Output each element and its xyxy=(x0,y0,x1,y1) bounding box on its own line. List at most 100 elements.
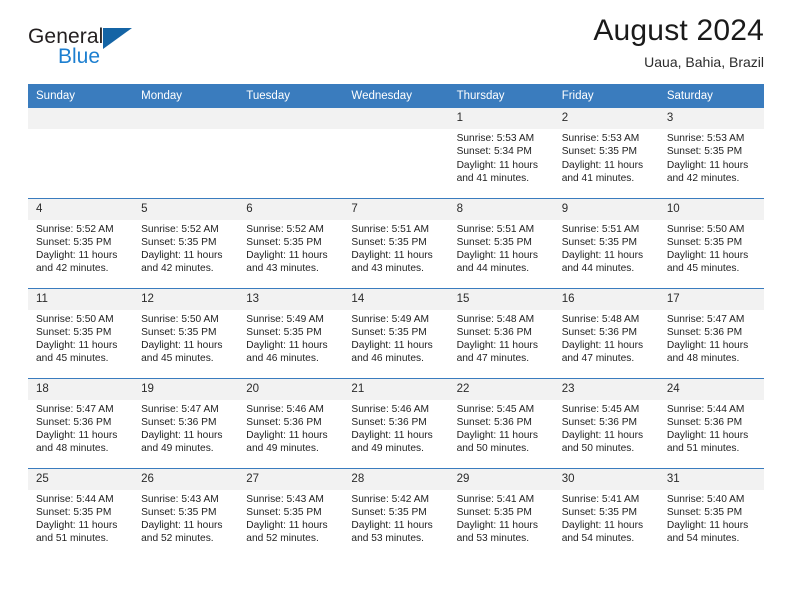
day-number: 7 xyxy=(343,198,449,220)
daylight-text-line2: and 47 minutes. xyxy=(561,353,635,365)
sunrise-text: Sunrise: 5:49 AM xyxy=(351,313,430,325)
calendar-week-row: 4 Sunrise: 5:52 AM Sunset: 5:35 PM Daylight… xyxy=(28,197,764,288)
sunset-text: Sunset: 5:36 PM xyxy=(561,326,638,338)
day-details: Sunrise: 5:49 AM Sunset: 5:35 PM Daylight:… xyxy=(238,310,343,366)
day-cell[interactable]: 24 Sunrise: 5:44 AM Sunset: 5:36 PM Dayligh… xyxy=(658,378,764,468)
day-number: 10 xyxy=(658,198,764,220)
calendar-cell: 29 Sunrise: 5:41 AM Sunset: 5:35 PM Dayligh… xyxy=(448,467,554,558)
day-cell[interactable]: 5 Sunrise: 5:52 AM Sunset: 5:35 PM Daylight… xyxy=(133,198,239,288)
daylight-text-line1: Daylight: 11 hours xyxy=(351,430,433,442)
daylight-text-line1: Daylight: 11 hours xyxy=(351,340,433,352)
day-cell[interactable]: 2 Sunrise: 5:53 AM Sunset: 5:35 PM Daylight… xyxy=(553,108,659,197)
sunrise-text: Sunrise: 5:40 AM xyxy=(666,493,745,505)
day-cell[interactable]: 28 Sunrise: 5:42 AM Sunset: 5:35 PM Dayligh… xyxy=(343,468,449,558)
calendar-cell: 14 Sunrise: 5:49 AM Sunset: 5:35 PM Dayligh… xyxy=(343,287,449,378)
day-cell[interactable]: 25 Sunrise: 5:44 AM Sunset: 5:35 PM Dayligh… xyxy=(28,468,134,558)
day-cell[interactable]: 7 Sunrise: 5:51 AM Sunset: 5:35 PM Daylight… xyxy=(343,198,449,288)
day-cell[interactable]: 26 Sunrise: 5:43 AM Sunset: 5:35 PM Dayligh… xyxy=(133,468,239,558)
weekday-header-friday: Friday xyxy=(553,84,659,108)
weekday-header-sunday: Sunday xyxy=(28,84,134,108)
day-details: Sunrise: 5:53 AM Sunset: 5:34 PM Daylight:… xyxy=(449,129,554,185)
calendar-cell: 9 Sunrise: 5:51 AM Sunset: 5:35 PM Daylight… xyxy=(553,197,659,288)
day-cell[interactable]: 23 Sunrise: 5:45 AM Sunset: 5:36 PM Dayligh… xyxy=(553,378,659,468)
day-cell[interactable]: 3 Sunrise: 5:53 AM Sunset: 5:35 PM Daylight… xyxy=(658,108,764,197)
calendar-cell: 28 Sunrise: 5:42 AM Sunset: 5:35 PM Dayligh… xyxy=(343,467,449,558)
sunset-text: Sunset: 5:35 PM xyxy=(561,506,638,518)
day-cell[interactable]: 22 Sunrise: 5:45 AM Sunset: 5:36 PM Dayligh… xyxy=(448,378,554,468)
day-cell[interactable]: 9 Sunrise: 5:51 AM Sunset: 5:35 PM Daylight… xyxy=(553,198,659,288)
day-number: 21 xyxy=(343,378,449,400)
day-number: 2 xyxy=(553,108,659,129)
sunrise-text: Sunrise: 5:47 AM xyxy=(141,403,219,415)
sunrise-text: Sunrise: 5:50 AM xyxy=(666,223,745,235)
day-details: Sunrise: 5:48 AM Sunset: 5:36 PM Daylight:… xyxy=(449,310,554,366)
calendar-cell xyxy=(28,108,134,198)
daylight-text-line1: Daylight: 11 hours xyxy=(561,430,644,442)
day-cell[interactable]: 20 Sunrise: 5:46 AM Sunset: 5:36 PM Dayligh… xyxy=(238,378,344,468)
weekday-header-row: Sunday Monday Tuesday Wednesday Thursday… xyxy=(28,84,764,108)
day-number: 11 xyxy=(28,288,134,310)
day-cell[interactable]: 4 Sunrise: 5:52 AM Sunset: 5:35 PM Daylight… xyxy=(28,198,134,288)
day-cell[interactable]: 1 Sunrise: 5:53 AM Sunset: 5:34 PM Daylight… xyxy=(448,108,554,197)
daylight-text-line2: and 50 minutes. xyxy=(456,443,530,455)
day-details: Sunrise: 5:50 AM Sunset: 5:35 PM Daylight:… xyxy=(28,310,133,366)
location-subtitle: Uaua, Bahia, Brazil xyxy=(644,54,764,70)
day-cell[interactable]: 6 Sunrise: 5:52 AM Sunset: 5:35 PM Daylight… xyxy=(238,198,344,288)
day-cell[interactable]: 29 Sunrise: 5:41 AM Sunset: 5:35 PM Dayligh… xyxy=(448,468,554,558)
day-cell[interactable]: 16 Sunrise: 5:48 AM Sunset: 5:36 PM Dayligh… xyxy=(553,288,659,378)
calendar-cell: 22 Sunrise: 5:45 AM Sunset: 5:36 PM Dayligh… xyxy=(448,377,554,468)
day-cell[interactable]: 27 Sunrise: 5:43 AM Sunset: 5:35 PM Dayligh… xyxy=(238,468,344,558)
day-cell[interactable]: 19 Sunrise: 5:47 AM Sunset: 5:36 PM Dayligh… xyxy=(133,378,239,468)
day-number: 24 xyxy=(658,378,764,400)
calendar-cell xyxy=(133,108,239,198)
day-number: 31 xyxy=(658,468,764,490)
sunrise-text: Sunrise: 5:47 AM xyxy=(36,403,114,415)
calendar-cell xyxy=(238,108,344,198)
day-details: Sunrise: 5:51 AM Sunset: 5:35 PM Daylight:… xyxy=(449,220,554,276)
day-cell[interactable]: 31 Sunrise: 5:40 AM Sunset: 5:35 PM Dayligh… xyxy=(658,468,764,558)
daylight-text-line1: Daylight: 11 hours xyxy=(561,340,644,352)
day-cell[interactable]: 12 Sunrise: 5:50 AM Sunset: 5:35 PM Dayligh… xyxy=(133,288,239,378)
title-block: August 2024 Uaua, Bahia, Brazil xyxy=(593,0,764,71)
day-cell[interactable]: 17 Sunrise: 5:47 AM Sunset: 5:36 PM Dayligh… xyxy=(658,288,764,378)
generalblue-logo[interactable]: General Blue xyxy=(28,0,132,68)
day-details: Sunrise: 5:49 AM Sunset: 5:35 PM Daylight:… xyxy=(343,310,448,366)
calendar-cell: 18 Sunrise: 5:47 AM Sunset: 5:36 PM Dayligh… xyxy=(28,377,134,468)
day-number: 25 xyxy=(28,468,134,490)
day-cell[interactable]: 14 Sunrise: 5:49 AM Sunset: 5:35 PM Dayligh… xyxy=(343,288,449,378)
day-cell[interactable]: 15 Sunrise: 5:48 AM Sunset: 5:36 PM Dayligh… xyxy=(448,288,554,378)
calendar-cell: 2 Sunrise: 5:53 AM Sunset: 5:35 PM Daylight… xyxy=(553,108,659,198)
day-cell[interactable]: 8 Sunrise: 5:51 AM Sunset: 5:35 PM Daylight… xyxy=(448,198,554,288)
daylight-text-line1: Daylight: 11 hours xyxy=(456,520,538,532)
day-details: Sunrise: 5:41 AM Sunset: 5:35 PM Daylight:… xyxy=(449,490,554,546)
calendar-cell: 25 Sunrise: 5:44 AM Sunset: 5:35 PM Dayligh… xyxy=(28,467,134,558)
calendar-body: 1 Sunrise: 5:53 AM Sunset: 5:34 PM Daylight… xyxy=(28,108,764,558)
day-cell[interactable]: 11 Sunrise: 5:50 AM Sunset: 5:35 PM Dayligh… xyxy=(28,288,134,378)
sunrise-text: Sunrise: 5:50 AM xyxy=(141,313,219,325)
day-number xyxy=(28,108,134,129)
day-number: 6 xyxy=(238,198,344,220)
sunset-text: Sunset: 5:35 PM xyxy=(351,506,427,518)
sunrise-text: Sunrise: 5:41 AM xyxy=(561,493,640,505)
day-cell[interactable]: 10 Sunrise: 5:50 AM Sunset: 5:35 PM Dayligh… xyxy=(658,198,764,288)
daylight-text-line1: Daylight: 11 hours xyxy=(141,250,223,262)
sunrise-text: Sunrise: 5:45 AM xyxy=(561,403,640,415)
day-number: 13 xyxy=(238,288,344,310)
day-cell[interactable]: 21 Sunrise: 5:46 AM Sunset: 5:36 PM Dayligh… xyxy=(343,378,449,468)
daylight-text-line1: Daylight: 11 hours xyxy=(666,340,749,352)
sunset-text: Sunset: 5:35 PM xyxy=(246,326,322,338)
day-cell[interactable]: 13 Sunrise: 5:49 AM Sunset: 5:35 PM Dayligh… xyxy=(238,288,344,378)
day-number: 14 xyxy=(343,288,449,310)
weekday-header-thursday: Thursday xyxy=(448,84,554,108)
daylight-text-line1: Daylight: 11 hours xyxy=(141,520,223,532)
day-cell[interactable]: 30 Sunrise: 5:41 AM Sunset: 5:35 PM Dayligh… xyxy=(553,468,659,558)
daylight-text-line1: Daylight: 11 hours xyxy=(666,520,749,532)
sunset-text: Sunset: 5:36 PM xyxy=(666,326,743,338)
sunset-text: Sunset: 5:35 PM xyxy=(456,506,532,518)
sunrise-text: Sunrise: 5:53 AM xyxy=(666,133,745,144)
sunset-text: Sunset: 5:36 PM xyxy=(246,416,322,428)
day-cell[interactable]: 18 Sunrise: 5:47 AM Sunset: 5:36 PM Dayligh… xyxy=(28,378,134,468)
daylight-text-line2: and 41 minutes. xyxy=(561,172,635,184)
calendar-cell: 17 Sunrise: 5:47 AM Sunset: 5:36 PM Dayligh… xyxy=(658,287,764,378)
calendar-cell xyxy=(343,108,449,198)
